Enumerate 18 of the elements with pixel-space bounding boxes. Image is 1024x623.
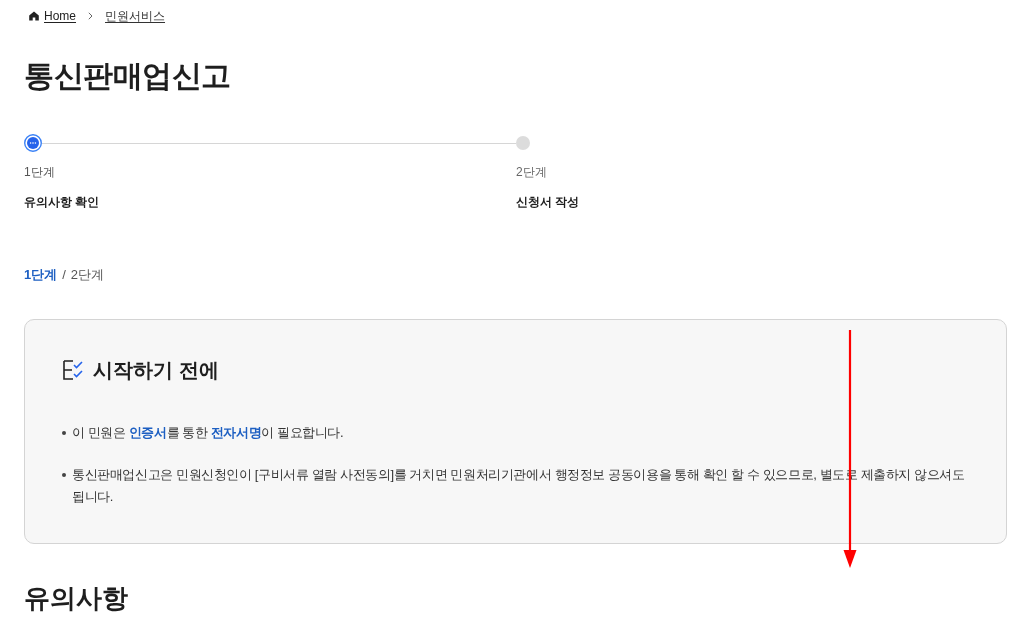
- checklist-icon: [62, 359, 84, 381]
- breadcrumb-link[interactable]: 민원서비스: [105, 8, 165, 24]
- home-link[interactable]: Home: [29, 8, 76, 24]
- notice-text: 이 민원은 인증서를 통한 전자서명이 필요합니다.: [72, 424, 344, 442]
- step-number: 1단계: [24, 164, 55, 180]
- home-icon: [29, 11, 39, 21]
- total-steps-text: 2단계: [70, 266, 105, 285]
- step-label: 신청서 작성: [516, 194, 580, 210]
- step-number: 2단계: [516, 164, 547, 180]
- step-separator: /: [62, 266, 66, 285]
- step-label: 유의사항 확인: [24, 194, 100, 210]
- bullet-icon: [62, 473, 66, 477]
- current-step-text: 1단계: [24, 266, 58, 285]
- section-title: 유의사항: [24, 582, 128, 614]
- notice-title: 시작하기 전에: [93, 358, 219, 382]
- chevron-right-icon: [88, 12, 93, 20]
- page-title: 통신판매업신고: [24, 58, 231, 94]
- bullet-icon: [62, 431, 66, 435]
